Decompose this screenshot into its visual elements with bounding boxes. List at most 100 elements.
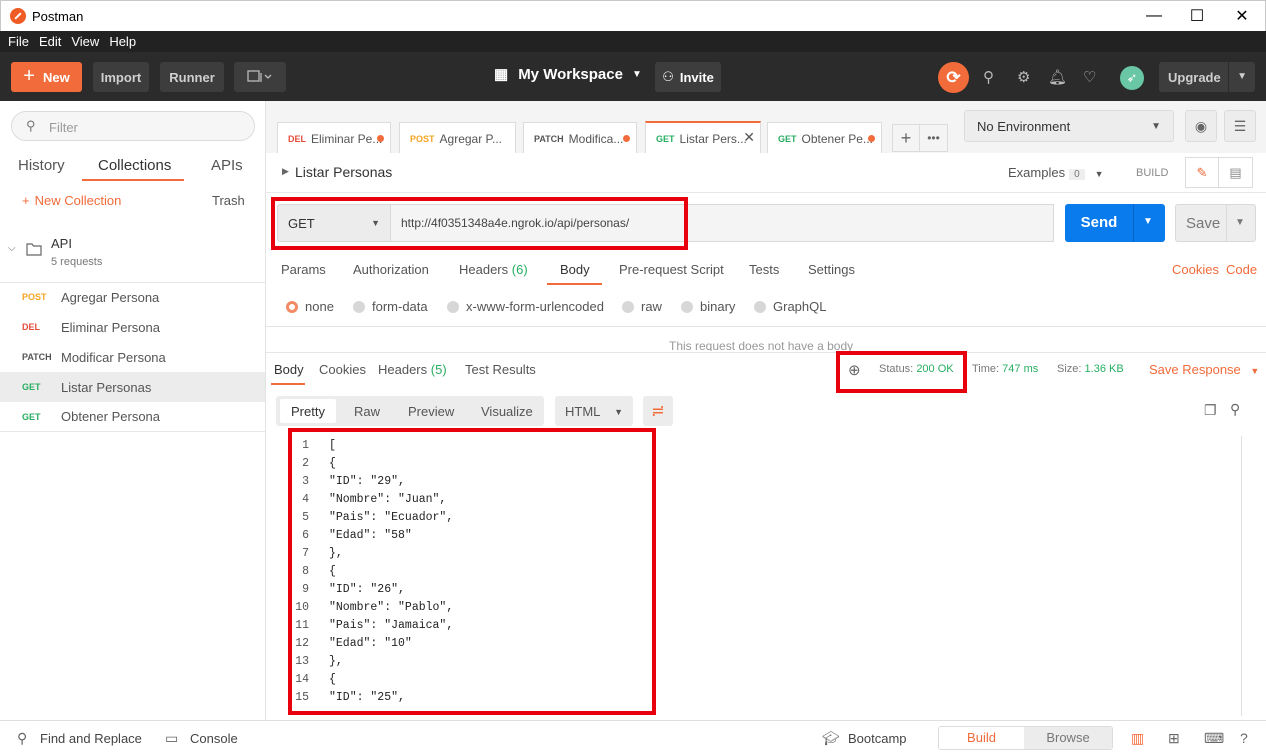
examples-dropdown[interactable]: Examples 0 ▼ <box>1008 165 1104 180</box>
minimize-button[interactable]: — <box>1131 1 1177 31</box>
wrap-lines-icon[interactable]: ≓ <box>643 396 673 426</box>
build-toggle[interactable]: Build <box>939 727 1025 749</box>
heart-icon[interactable]: ♡ <box>1083 68 1096 86</box>
eye-icon[interactable]: ◉ <box>1185 110 1217 142</box>
tab-listar-personas[interactable]: GET Listar Pers... ✕ <box>645 121 761 154</box>
console-button[interactable]: Console <box>190 731 238 746</box>
tab-params[interactable]: Params <box>281 262 326 277</box>
copy-icon[interactable]: ❐ <box>1204 402 1217 419</box>
tab-tests[interactable]: Tests <box>749 262 779 277</box>
tab-modificar-persona[interactable]: PATCH Modifica... <box>523 122 637 154</box>
environment-select[interactable]: No Environment ▼ <box>964 110 1174 142</box>
radio-form-data[interactable]: form-data <box>353 299 428 314</box>
tab-collections[interactable]: Collections <box>98 157 171 174</box>
comment-icon[interactable]: ▤ <box>1219 157 1253 188</box>
keyboard-icon[interactable]: ⌨ <box>1204 730 1224 747</box>
bell-icon[interactable]: 🔔︎ <box>1048 68 1067 86</box>
maximize-button[interactable]: ☐ <box>1174 1 1220 31</box>
view-raw[interactable]: Raw <box>354 404 380 419</box>
radio-x-www-form-urlencoded[interactable]: x-www-form-urlencoded <box>447 299 604 314</box>
code-link[interactable]: Code <box>1226 262 1257 277</box>
response-tab-body[interactable]: Body <box>274 362 304 377</box>
tab-body[interactable]: Body <box>560 262 590 277</box>
view-preview[interactable]: Preview <box>408 404 454 419</box>
globe-icon[interactable]: ⊕ <box>848 361 861 379</box>
close-tab-icon[interactable]: ✕ <box>743 129 755 146</box>
filter-input[interactable]: ⚲ Filter <box>11 111 255 141</box>
tab-agregar-persona[interactable]: POST Agregar P... <box>399 122 516 154</box>
response-tab-test-results[interactable]: Test Results <box>465 362 536 377</box>
runner-button[interactable]: Runner <box>160 62 224 92</box>
chevron-down-icon[interactable]: ▼ <box>1235 217 1245 228</box>
gear-icon[interactable]: ⚙ <box>1017 68 1030 86</box>
build-mode-label: BUILD <box>1136 167 1169 179</box>
upgrade-button[interactable]: Upgrade ▼ <box>1159 62 1255 92</box>
tab-history[interactable]: History <box>18 157 65 174</box>
avatar[interactable]: ➶ <box>1120 66 1144 90</box>
radio-none[interactable]: none <box>286 299 334 314</box>
new-button[interactable]: + New <box>11 62 82 92</box>
time-label: Time: <box>972 363 1000 375</box>
view-pretty[interactable]: Pretty <box>280 399 336 423</box>
satellite-icon[interactable]: ⚲ <box>983 68 994 86</box>
response-tab-headers[interactable]: Headers (5) <box>378 362 447 377</box>
tab-pre-request-script[interactable]: Pre-request Script <box>619 262 724 277</box>
new-collection-button[interactable]: + New Collection <box>22 193 121 208</box>
invite-button[interactable]: ⚇ Invite <box>655 62 721 92</box>
close-button[interactable]: ✕ <box>1219 1 1265 31</box>
tab-authorization[interactable]: Authorization <box>353 262 429 277</box>
method-select[interactable]: GET ▼ <box>277 204 391 242</box>
radio-raw[interactable]: raw <box>622 299 662 314</box>
chevron-down-icon[interactable]: ▼ <box>1143 216 1153 227</box>
workspace-selector[interactable]: ▦ My Workspace ▼ <box>494 65 642 84</box>
sync-icon[interactable]: ⟳ <box>938 62 969 93</box>
sidebar-request-eliminar-persona[interactable]: DEL Eliminar Persona <box>0 312 265 342</box>
import-button[interactable]: Import <box>93 62 149 92</box>
sidebar-request-modificar-persona[interactable]: PATCH Modificar Persona <box>0 342 265 372</box>
pencil-icon[interactable]: ✎ <box>1185 157 1219 188</box>
examples-label: Examples <box>1008 165 1066 180</box>
tab-eliminar-persona[interactable]: DEL Eliminar Pe... <box>277 122 391 154</box>
radio-binary[interactable]: binary <box>681 299 735 314</box>
response-tab-cookies[interactable]: Cookies <box>319 362 366 377</box>
cookies-link[interactable]: Cookies <box>1172 262 1219 277</box>
response-body[interactable]: 1[2{3 "ID": "29", 4 "Nombre": "Juan", 5 "Pais… <box>290 436 1240 716</box>
add-tab-button[interactable]: + <box>892 124 920 152</box>
scrollbar[interactable] <box>1241 436 1255 716</box>
radio-graphql[interactable]: GraphQL <box>754 299 826 314</box>
sidebar-request-listar-personas[interactable]: GET Listar Personas <box>0 372 265 402</box>
tab-settings[interactable]: Settings <box>808 262 855 277</box>
collection-item-api[interactable]: ⌵ API 5 requests <box>0 227 265 283</box>
trash-link[interactable]: Trash <box>212 193 245 208</box>
tab-apis[interactable]: APIs <box>211 157 243 174</box>
settings-sliders-icon[interactable]: ☰ <box>1224 110 1256 142</box>
chevron-down-icon: ▼ <box>1237 71 1247 82</box>
menu-file[interactable]: File <box>4 32 33 52</box>
bootcamp-button[interactable]: Bootcamp <box>848 731 907 746</box>
sidebar-request-obtener-persona[interactable]: GET Obtener Persona <box>0 402 265 432</box>
format-select[interactable]: HTML ▼ <box>555 396 633 426</box>
new-window-button[interactable] <box>234 62 286 92</box>
more-tabs-icon[interactable]: ••• <box>920 124 948 152</box>
method-badge: POST <box>410 133 435 144</box>
menu-view[interactable]: View <box>67 32 103 52</box>
chevron-right-icon[interactable]: ▶ <box>282 166 289 177</box>
help-icon[interactable]: ? <box>1240 730 1248 746</box>
url-input[interactable]: http://4f0351348a4e.ngrok.io/api/persona… <box>391 204 1054 242</box>
save-button[interactable]: Save ▼ <box>1175 204 1256 242</box>
two-pane-icon[interactable]: ▥ <box>1131 730 1144 747</box>
window-title: Postman <box>32 9 84 24</box>
unsaved-dot-icon <box>377 135 384 142</box>
tab-headers[interactable]: Headers (6) <box>459 262 528 277</box>
menu-help[interactable]: Help <box>105 32 140 52</box>
search-icon[interactable]: ⚲ <box>1230 401 1240 418</box>
browse-toggle[interactable]: Browse <box>1024 727 1112 749</box>
view-visualize[interactable]: Visualize <box>481 404 533 419</box>
tab-obtener-persona[interactable]: GET Obtener Pe... <box>767 122 882 154</box>
find-and-replace-button[interactable]: Find and Replace <box>40 731 142 746</box>
save-response-button[interactable]: Save Response ▼ <box>1149 362 1259 377</box>
send-button[interactable]: Send ▼ <box>1065 204 1165 242</box>
layout-icon[interactable]: ⊞ <box>1168 730 1180 747</box>
menu-edit[interactable]: Edit <box>35 32 65 52</box>
sidebar-request-agregar-persona[interactable]: POST Agregar Persona <box>0 282 265 312</box>
